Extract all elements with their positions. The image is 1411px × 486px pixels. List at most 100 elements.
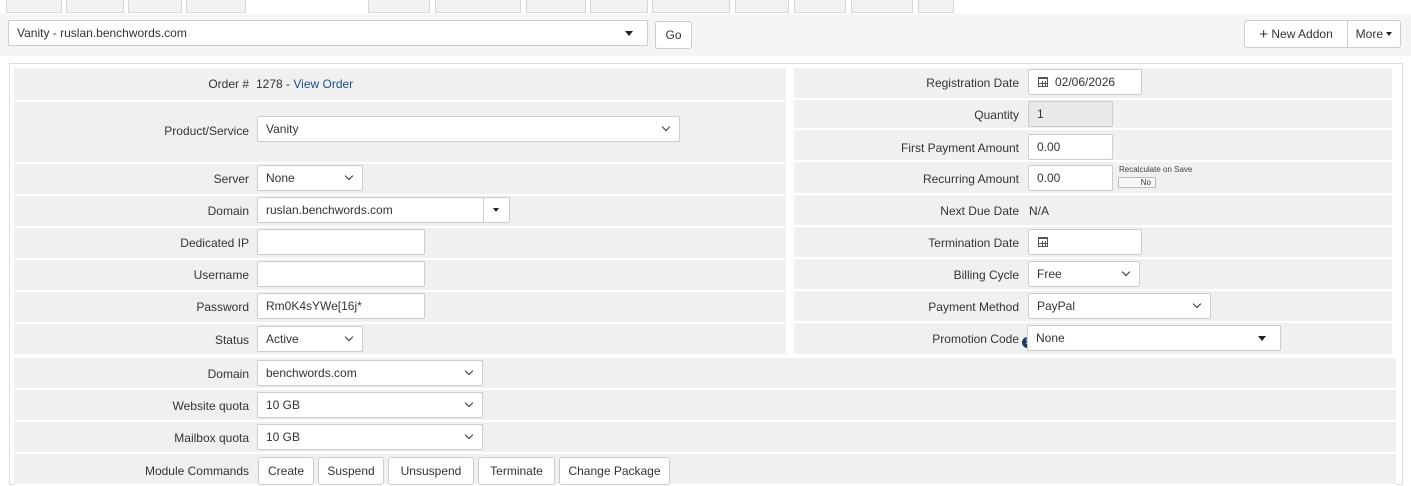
chevron-down-icon — [464, 430, 474, 440]
suspend-button[interactable]: Suspend — [318, 457, 384, 485]
product-select-value: Vanity — [266, 122, 299, 136]
tab[interactable] — [66, 0, 124, 13]
recalculate-toggle[interactable]: No — [1118, 177, 1156, 188]
domain-label: Domain — [207, 204, 249, 218]
website-quota-label: Website quota — [172, 399, 250, 413]
module-commands-label: Module Commands — [144, 464, 249, 478]
tab[interactable] — [590, 0, 648, 13]
next-due-value: N/A — [1029, 204, 1050, 218]
order-number: 1278 — [256, 77, 283, 91]
unsuspend-button[interactable]: Unsuspend — [388, 457, 474, 485]
termination-label: Termination Date — [928, 236, 1019, 250]
payment-method-select[interactable]: PayPal — [1028, 293, 1211, 319]
domain-input[interactable]: ruslan.benchwords.com — [257, 197, 484, 223]
row-status — [14, 324, 786, 356]
website-quota-select[interactable]: 10 GB — [257, 392, 483, 418]
order-label: Order # — [208, 77, 249, 91]
payment-method-value: PayPal — [1037, 299, 1076, 313]
server-select[interactable]: None — [257, 165, 363, 191]
chevron-down-icon — [344, 332, 354, 342]
chevron-down-icon — [661, 122, 671, 132]
caret-down-icon — [1386, 32, 1393, 36]
tab[interactable] — [735, 0, 789, 13]
password-input[interactable]: Rm0K4sYWe[16j* — [257, 293, 425, 319]
tab[interactable] — [6, 0, 62, 13]
password-value: Rm0K4sYWe[16j* — [266, 299, 362, 313]
domain2-value: benchwords.com — [266, 366, 357, 380]
dedicated-ip-label: Dedicated IP — [180, 236, 249, 250]
promotion-value: None — [1036, 331, 1065, 345]
chevron-down-icon — [344, 171, 354, 181]
quantity-value: 1 — [1037, 107, 1044, 121]
caret-down-icon — [625, 31, 633, 36]
domain-dropdown-button[interactable] — [483, 197, 510, 223]
tab[interactable] — [526, 0, 586, 13]
chevron-down-icon — [1121, 267, 1131, 277]
mailbox-quota-label: Mailbox quota — [174, 431, 249, 445]
caret-down-icon — [1258, 336, 1266, 341]
recurring-label: Recurring Amount — [922, 172, 1019, 186]
registration-date-value: 02/06/2026 — [1055, 75, 1116, 89]
username-input[interactable] — [257, 261, 425, 287]
row-order — [14, 68, 786, 102]
status-select-value: Active — [266, 332, 299, 346]
first-payment-label: First Payment Amount — [900, 141, 1019, 155]
chevron-down-icon — [1192, 299, 1202, 309]
domain2-select[interactable]: benchwords.com — [257, 360, 483, 386]
addon-select-value: Vanity - ruslan.benchwords.com — [17, 26, 187, 40]
server-label: Server — [213, 172, 249, 186]
promotion-label: Promotion Codei — [932, 332, 1033, 348]
promotion-label-text: Promotion Code — [932, 332, 1019, 346]
dedicated-ip-input[interactable] — [257, 229, 425, 255]
tab[interactable] — [186, 0, 246, 13]
change-package-button[interactable]: Change Package — [559, 457, 670, 485]
more-button[interactable]: More — [1347, 20, 1401, 48]
tab[interactable] — [128, 0, 182, 13]
billing-cycle-label: Billing Cycle — [953, 268, 1019, 282]
next-due-label: Next Due Date — [940, 204, 1019, 218]
registration-date-input[interactable]: 02/06/2026 — [1028, 69, 1142, 95]
website-quota-value: 10 GB — [266, 398, 301, 412]
new-addon-label: New Addon — [1271, 27, 1333, 41]
product-select[interactable]: Vanity — [257, 116, 680, 142]
new-addon-button[interactable]: + New Addon — [1244, 20, 1348, 48]
mailbox-quota-value: 10 GB — [266, 430, 301, 444]
promotion-select[interactable]: None — [1027, 325, 1281, 351]
row-server — [14, 164, 786, 196]
username-label: Username — [193, 268, 249, 282]
tab[interactable] — [435, 0, 521, 13]
termination-date-input[interactable] — [1028, 229, 1142, 255]
recurring-input[interactable]: 0.00 — [1028, 165, 1113, 191]
tab[interactable] — [794, 0, 846, 13]
recurring-value: 0.00 — [1037, 171, 1061, 185]
quantity-input[interactable]: 1 — [1028, 101, 1113, 127]
billing-cycle-select[interactable]: Free — [1028, 261, 1140, 287]
status-select[interactable]: Active — [257, 326, 363, 352]
mailbox-quota-select[interactable]: 10 GB — [257, 424, 483, 450]
terminate-button[interactable]: Terminate — [478, 457, 555, 485]
tab[interactable] — [851, 0, 913, 13]
server-select-value: None — [266, 171, 295, 185]
create-button[interactable]: Create — [258, 457, 314, 485]
tab-strip — [0, 0, 1411, 14]
chevron-down-icon — [464, 366, 474, 376]
chevron-down-icon — [464, 398, 474, 408]
tab[interactable] — [368, 0, 430, 13]
status-label: Status — [214, 333, 249, 347]
addon-toolbar: Vanity - ruslan.benchwords.com Go + New … — [0, 14, 1411, 56]
order-separator: - — [282, 77, 294, 91]
go-button[interactable]: Go — [655, 21, 692, 49]
first-payment-input[interactable]: 0.00 — [1028, 134, 1113, 160]
more-label: More — [1355, 27, 1383, 41]
first-payment-value: 0.00 — [1037, 140, 1061, 154]
addon-select[interactable]: Vanity - ruslan.benchwords.com — [8, 20, 648, 46]
tab[interactable] — [918, 0, 954, 13]
tab[interactable] — [652, 0, 730, 13]
domain-input-value: ruslan.benchwords.com — [266, 203, 393, 217]
calendar-icon — [1038, 77, 1048, 87]
addon-details-form: Order # 1278 - View Order Product/Servic… — [9, 63, 1403, 486]
view-order-link[interactable]: View Order — [293, 77, 353, 91]
billing-cycle-value: Free — [1037, 267, 1062, 281]
recalculate-label: Recalculate on Save — [1119, 165, 1193, 174]
domain2-label: Domain — [207, 367, 249, 381]
